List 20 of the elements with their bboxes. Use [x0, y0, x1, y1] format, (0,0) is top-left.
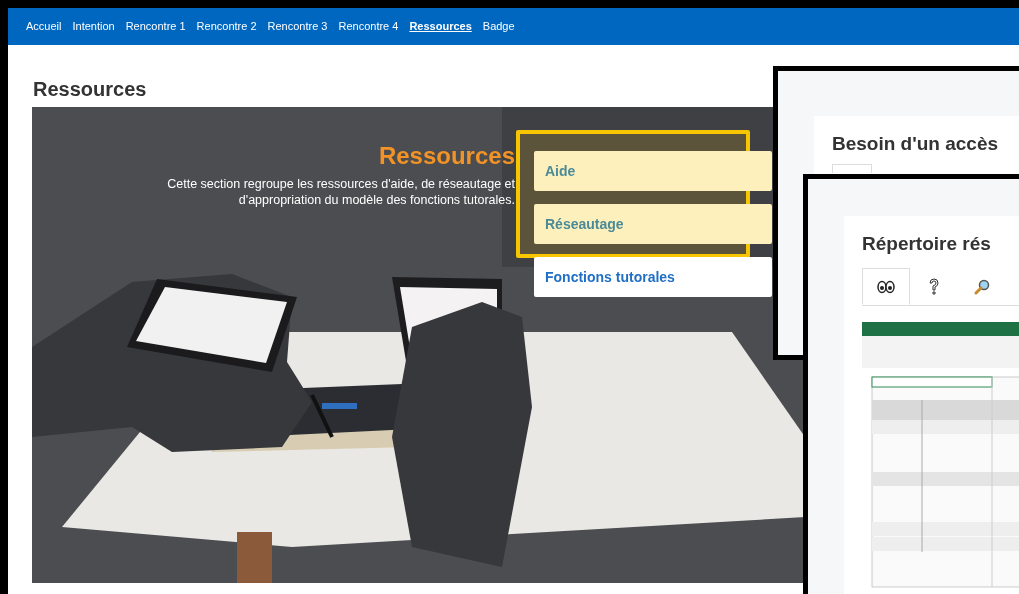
question-icon: [928, 277, 940, 296]
window-title: Répertoire rés: [862, 232, 992, 256]
window-title: Besoin d'un accès: [832, 132, 1000, 156]
nav-link[interactable]: Ressources: [409, 18, 472, 35]
nav-link[interactable]: Intention: [72, 18, 115, 35]
nav-link[interactable]: Accueil: [26, 18, 62, 35]
nav-link[interactable]: Badge: [482, 18, 515, 35]
hero-description: Cette section regroupe les ressources d'aide, de réseautage et d'appropriation du modèle des fonctions tutorales.: [166, 176, 515, 208]
search-icon: [974, 278, 990, 295]
eyes-icon: [877, 279, 895, 294]
page-title: Ressources: [33, 77, 148, 101]
nav-link[interactable]: Rencontre 4: [338, 18, 399, 35]
menu-link[interactable]: Fonctions tutorales: [534, 257, 772, 297]
nav-link[interactable]: Rencontre 1: [125, 18, 186, 35]
nav-link[interactable]: Rencontre 2: [196, 18, 257, 35]
menu-link[interactable]: Aide: [534, 151, 772, 191]
hero-title: Ressources: [378, 142, 515, 170]
menu-link[interactable]: Réseautage: [534, 204, 772, 244]
tab[interactable]: [862, 268, 910, 305]
nav-link[interactable]: Rencontre 3: [267, 18, 328, 35]
